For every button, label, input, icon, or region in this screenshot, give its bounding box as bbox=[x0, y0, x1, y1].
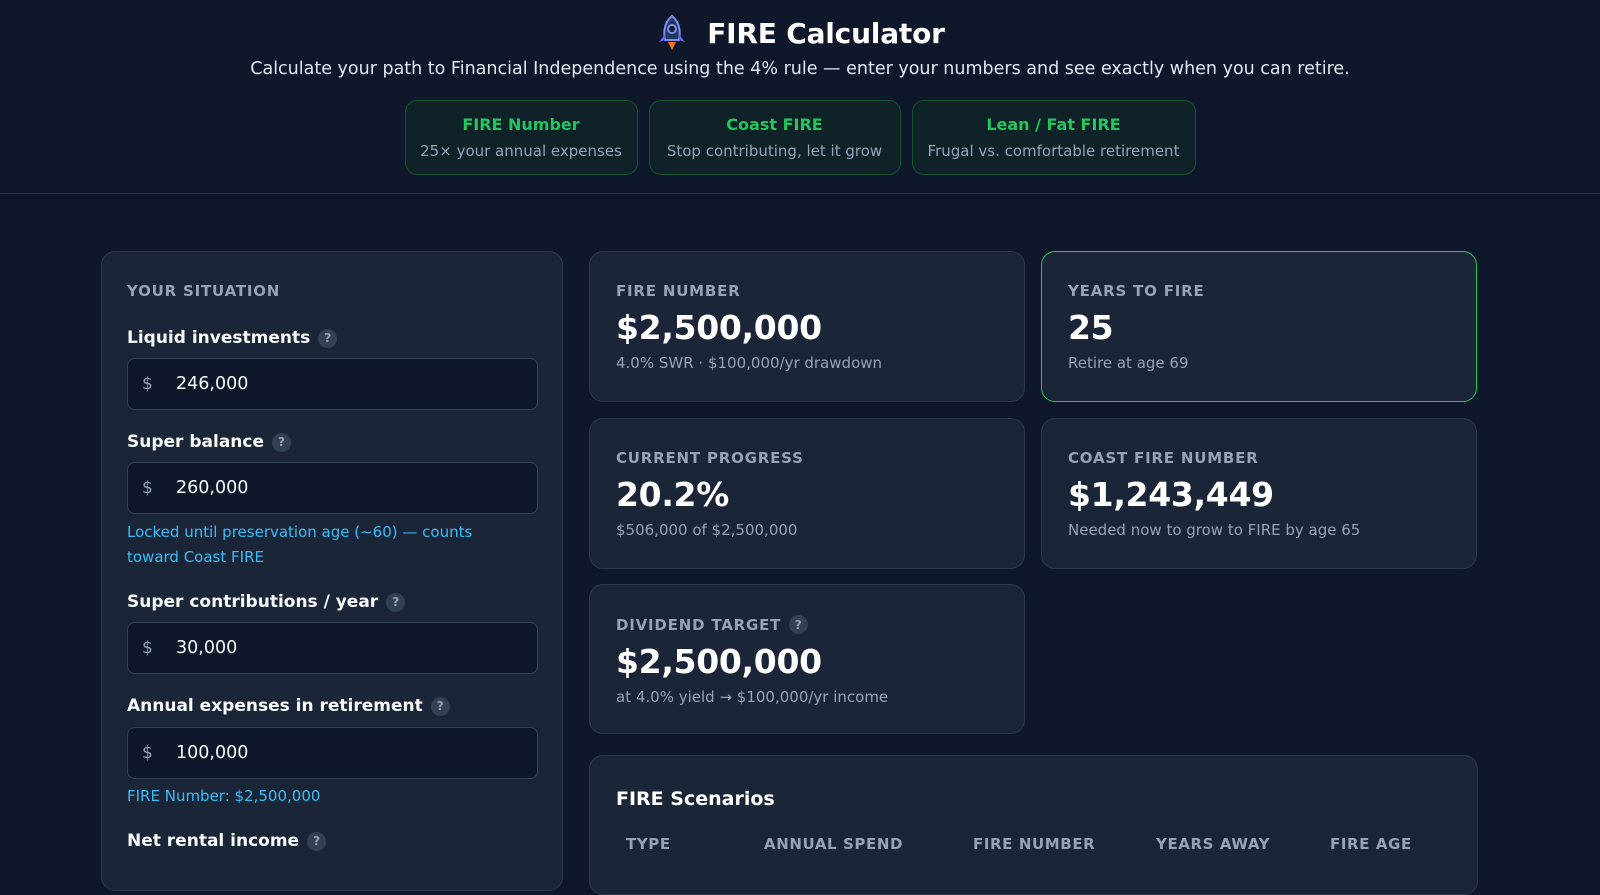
currency-symbol: $ bbox=[142, 478, 153, 498]
field-label-net-rental-income: Net rental income ? bbox=[127, 831, 327, 851]
pill-title: Lean / Fat FIRE bbox=[986, 115, 1121, 134]
column-header-type: TYPE bbox=[626, 835, 671, 853]
card-subtext: Needed now to grow to FIRE by age 65 bbox=[1068, 521, 1361, 539]
help-icon[interactable]: ? bbox=[307, 831, 327, 851]
card-subtext: $506,000 of $2,500,000 bbox=[616, 521, 798, 539]
section-label: YOUR SITUATION bbox=[127, 282, 281, 300]
card-value: 25 bbox=[1068, 308, 1114, 347]
current-progress-card: CURRENT PROGRESS 20.2% $506,000 of $2,50… bbox=[589, 418, 1025, 569]
currency-symbol: $ bbox=[142, 374, 153, 394]
card-value: $2,500,000 bbox=[616, 308, 822, 347]
card-label: DIVIDEND TARGET ? bbox=[616, 615, 998, 634]
coast-fire-card: COAST FIRE NUMBER $1,243,449 Needed now … bbox=[1041, 418, 1477, 569]
field-label-super-balance: Super balance ? bbox=[127, 432, 291, 452]
pill-desc: Frugal vs. comfortable retirement bbox=[927, 142, 1180, 160]
pill-desc: Stop contributing, let it grow bbox=[666, 142, 883, 160]
super-balance-input[interactable] bbox=[176, 478, 516, 498]
pill-desc: 25× your annual expenses bbox=[420, 142, 622, 160]
card-subtext: 4.0% SWR · $100,000/yr drawdown bbox=[616, 354, 883, 372]
liquid-investments-field[interactable]: $ bbox=[127, 358, 538, 410]
card-subtext: Retire at age 69 bbox=[1068, 354, 1189, 372]
pill-fire-number: FIRE Number 25× your annual expenses bbox=[404, 100, 638, 175]
card-value: 20.2% bbox=[616, 475, 729, 514]
situation-panel: YOUR SITUATION Liquid investments ? $ Su… bbox=[101, 251, 563, 891]
pill-lean-fat-fire: Lean / Fat FIRE Frugal vs. comfortable r… bbox=[911, 100, 1196, 175]
title-row: FIRE Calculator bbox=[0, 14, 1600, 52]
page-header: FIRE Calculator Calculate your path to F… bbox=[0, 0, 1600, 194]
card-value: $1,243,449 bbox=[1068, 475, 1274, 514]
fire-number-hint: FIRE Number: $2,500,000 bbox=[127, 787, 321, 805]
card-label: FIRE NUMBER bbox=[616, 282, 741, 300]
super-balance-field[interactable]: $ bbox=[127, 462, 538, 514]
card-label: YEARS TO FIRE bbox=[1068, 282, 1205, 300]
liquid-investments-input[interactable] bbox=[176, 374, 516, 394]
label-text: Annual expenses in retirement bbox=[127, 696, 423, 716]
label-text: Super contributions / year bbox=[127, 592, 379, 612]
column-header-fire-age: FIRE AGE bbox=[1330, 835, 1412, 853]
label-text: Super balance bbox=[127, 432, 264, 452]
field-label-annual-expenses: Annual expenses in retirement ? bbox=[127, 696, 450, 716]
help-icon[interactable]: ? bbox=[272, 432, 291, 452]
currency-symbol: $ bbox=[142, 638, 153, 658]
super-balance-hint: Locked until preservation age (~60) — co… bbox=[127, 523, 473, 566]
annual-expenses-input[interactable] bbox=[176, 743, 516, 763]
column-header-fire-number: FIRE NUMBER bbox=[973, 835, 1096, 853]
super-contributions-input[interactable] bbox=[176, 638, 516, 658]
help-icon[interactable]: ? bbox=[318, 328, 338, 348]
scenarios-table-header: TYPE ANNUAL SPEND FIRE NUMBER YEARS AWAY… bbox=[626, 835, 1466, 859]
card-label-text: DIVIDEND TARGET bbox=[616, 615, 782, 634]
card-subtext: at 4.0% yield → $100,000/yr income bbox=[616, 688, 889, 706]
card-value: $2,500,000 bbox=[616, 642, 822, 681]
card-label: CURRENT PROGRESS bbox=[616, 449, 804, 467]
label-text: Liquid investments bbox=[127, 328, 311, 348]
annual-expenses-field[interactable]: $ bbox=[127, 727, 538, 779]
pill-title: Coast FIRE bbox=[726, 115, 823, 134]
years-to-fire-card: YEARS TO FIRE 25 Retire at age 69 bbox=[1041, 251, 1477, 402]
field-label-super-contributions: Super contributions / year ? bbox=[127, 592, 406, 612]
column-header-annual-spend: ANNUAL SPEND bbox=[764, 835, 904, 853]
label-text: Net rental income bbox=[127, 831, 300, 851]
page-subtitle: Calculate your path to Financial Indepen… bbox=[250, 59, 1350, 79]
fire-scenarios-panel: FIRE Scenarios TYPE ANNUAL SPEND FIRE NU… bbox=[589, 755, 1478, 895]
field-label-liquid-investments: Liquid investments ? bbox=[127, 328, 338, 348]
scenarios-title: FIRE Scenarios bbox=[616, 788, 775, 810]
column-header-years-away: YEARS AWAY bbox=[1156, 835, 1271, 853]
pill-title: FIRE Number bbox=[462, 115, 580, 134]
currency-symbol: $ bbox=[142, 743, 153, 763]
help-icon[interactable]: ? bbox=[386, 592, 406, 612]
rocket-icon bbox=[655, 14, 689, 52]
concept-pills: FIRE Number 25× your annual expenses Coa… bbox=[0, 100, 1600, 175]
page-title: FIRE Calculator bbox=[707, 16, 945, 50]
pill-coast-fire: Coast FIRE Stop contributing, let it gro… bbox=[648, 100, 901, 175]
help-icon[interactable]: ? bbox=[430, 696, 450, 716]
fire-number-card: FIRE NUMBER $2,500,000 4.0% SWR · $100,0… bbox=[589, 251, 1025, 402]
dividend-target-card: DIVIDEND TARGET ? $2,500,000 at 4.0% yie… bbox=[589, 584, 1025, 734]
help-icon[interactable]: ? bbox=[789, 615, 809, 634]
super-contributions-field[interactable]: $ bbox=[127, 622, 538, 674]
card-label: COAST FIRE NUMBER bbox=[1068, 449, 1259, 467]
